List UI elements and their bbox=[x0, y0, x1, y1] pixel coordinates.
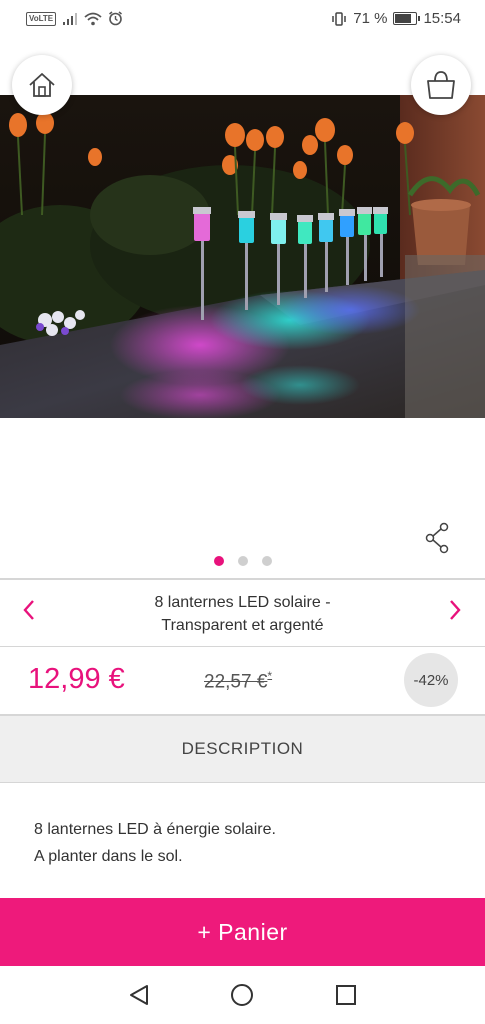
alarm-icon bbox=[109, 11, 123, 26]
chevron-left-icon bbox=[23, 600, 34, 620]
system-nav-bar bbox=[0, 966, 485, 1024]
gallery-dot[interactable] bbox=[213, 556, 224, 566]
old-price-footnote-mark: * bbox=[267, 669, 273, 683]
battery-level bbox=[395, 14, 412, 23]
gallery-dot[interactable] bbox=[261, 556, 272, 566]
description-text: 8 lanternes LED à énergie solaire. A pla… bbox=[34, 816, 454, 870]
vibrate-icon bbox=[332, 11, 346, 26]
home-icon bbox=[29, 73, 55, 97]
discount-badge: -42% bbox=[404, 653, 458, 707]
price-row: 12,99 € 22,57 €* -42% bbox=[0, 648, 485, 714]
shopping-bag-icon bbox=[427, 71, 455, 99]
current-price: 12,99 € bbox=[28, 663, 125, 695]
previous-product-button[interactable] bbox=[22, 598, 36, 627]
description-tab[interactable]: DESCRIPTION bbox=[0, 714, 485, 783]
product-title-row: 8 lanternes LED solaire - Transparent et… bbox=[0, 580, 485, 646]
gallery-pagination bbox=[0, 556, 485, 566]
old-price-value: 22,57 € bbox=[204, 671, 268, 693]
signal-icon bbox=[63, 12, 78, 25]
product-title-line2: Transparent et argenté bbox=[161, 617, 324, 634]
add-to-cart-button[interactable]: + Panier bbox=[0, 898, 485, 966]
description-tab-label: DESCRIPTION bbox=[181, 739, 304, 758]
home-button[interactable] bbox=[12, 55, 72, 115]
description-line1: 8 lanternes LED à énergie solaire. bbox=[34, 821, 276, 838]
cart-button[interactable] bbox=[411, 55, 471, 115]
share-icon[interactable] bbox=[424, 522, 452, 554]
battery-percent: 71 % bbox=[353, 10, 388, 27]
home-nav-icon[interactable] bbox=[230, 983, 254, 1007]
wifi-icon bbox=[84, 12, 102, 25]
product-photo bbox=[0, 95, 485, 418]
product-title: 8 lanternes LED solaire - Transparent et… bbox=[70, 591, 415, 637]
product-title-line1: 8 lanternes LED solaire - bbox=[154, 594, 331, 611]
old-price: 22,57 €* bbox=[204, 669, 272, 693]
gallery-dot[interactable] bbox=[237, 556, 248, 566]
chevron-right-icon bbox=[450, 600, 461, 620]
status-left: VoLTE bbox=[26, 11, 123, 26]
status-bar: VoLTE 71 % 15:54 bbox=[0, 0, 485, 40]
status-right: 71 % 15:54 bbox=[331, 10, 461, 27]
volte-badge: VoLTE bbox=[26, 11, 57, 26]
clock: 15:54 bbox=[423, 10, 461, 27]
divider bbox=[0, 646, 485, 647]
product-image[interactable] bbox=[0, 95, 485, 418]
next-product-button[interactable] bbox=[448, 598, 462, 627]
battery-icon bbox=[393, 12, 421, 25]
recents-icon[interactable] bbox=[334, 983, 358, 1007]
back-icon[interactable] bbox=[127, 983, 151, 1007]
description-line2: A planter dans le sol. bbox=[34, 848, 183, 865]
